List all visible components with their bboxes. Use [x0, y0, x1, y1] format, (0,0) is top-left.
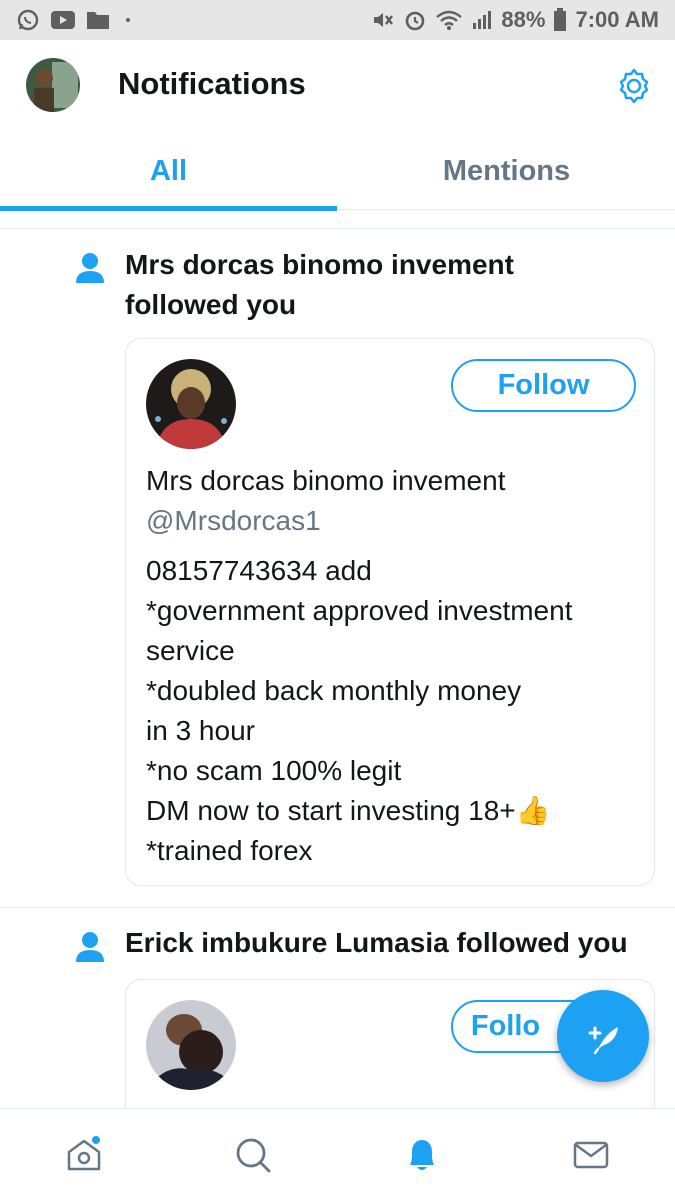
battery-percent: 88%: [501, 7, 546, 32]
tab-mentions[interactable]: Mentions: [338, 132, 675, 210]
messages-icon: [573, 1141, 609, 1169]
wifi-icon: [436, 10, 463, 30]
mute-icon: [374, 13, 394, 27]
nav-search[interactable]: [233, 1135, 273, 1175]
avatar[interactable]: [146, 359, 236, 449]
tab-all[interactable]: All: [0, 132, 337, 211]
notification-text: Mrs dorcas binomo invement followed you: [125, 245, 655, 325]
follow-label: Follo: [470, 1010, 541, 1042]
whatsapp-icon: [17, 9, 39, 31]
notification-item[interactable]: Mrs dorcas binomo invement followed you …: [0, 229, 675, 907]
folder-icon: [87, 12, 109, 29]
follow-button[interactable]: Follow: [451, 359, 636, 412]
search-icon: [236, 1138, 271, 1173]
bio-line: *government approved investment: [146, 595, 573, 626]
person-icon: [76, 932, 104, 962]
avatar[interactable]: [146, 1000, 236, 1090]
signal-icon: [473, 11, 492, 29]
bottom-navigation: [0, 1108, 675, 1200]
notifications-bell-icon: [410, 1140, 434, 1170]
nav-notifications[interactable]: [402, 1135, 442, 1175]
notification-dot: [126, 18, 130, 22]
bio-line: 08157743634 add: [146, 555, 372, 586]
alarm-icon: [406, 11, 425, 31]
bio-line: *doubled back monthly money: [146, 675, 522, 706]
person-icon: [76, 253, 104, 283]
bio-line-text: DM now to start investing 18+: [146, 795, 516, 826]
profile-bio: 08157743634 add *government approved inv…: [146, 551, 646, 871]
nav-messages[interactable]: [571, 1135, 611, 1175]
notification-line: Mrs dorcas binomo invement: [125, 249, 514, 280]
status-bar: 88% 7:00 AM: [0, 0, 675, 40]
clock: 7:00 AM: [575, 7, 659, 32]
bio-line: in 3 hour: [146, 715, 255, 746]
youtube-icon: [51, 11, 75, 29]
notification-text: Erick imbukure Lumasia followed you: [125, 923, 655, 963]
page-title: Notifications: [118, 66, 306, 101]
bio-line: DM now to start investing 18+👍: [146, 791, 646, 831]
notification-line: Erick imbukure Lumasia followed you: [125, 927, 628, 958]
bio-line: *trained forex: [146, 835, 313, 866]
app-header: Notifications: [0, 40, 675, 132]
tab-bar: All Mentions: [0, 132, 675, 211]
bio-line: service: [146, 635, 235, 666]
avatar[interactable]: [26, 58, 80, 112]
compose-button[interactable]: [557, 990, 649, 1082]
settings-button[interactable]: [614, 66, 654, 106]
home-icon: [67, 1136, 101, 1171]
gear-icon: [619, 68, 649, 104]
nav-home[interactable]: [64, 1135, 104, 1175]
profile-handle: @Mrsdorcas1: [146, 505, 321, 536]
compose-feather-icon: [588, 1026, 618, 1055]
thumbs-up-emoji: 👍: [515, 795, 551, 826]
battery-icon: [554, 8, 567, 31]
notification-line: followed you: [125, 289, 297, 320]
bio-line: *no scam 100% legit: [146, 755, 402, 786]
profile-name: Mrs dorcas binomo invement: [146, 465, 506, 496]
user-card[interactable]: Follow Mrs dorcas binomo invement @Mrsdo…: [125, 338, 655, 886]
